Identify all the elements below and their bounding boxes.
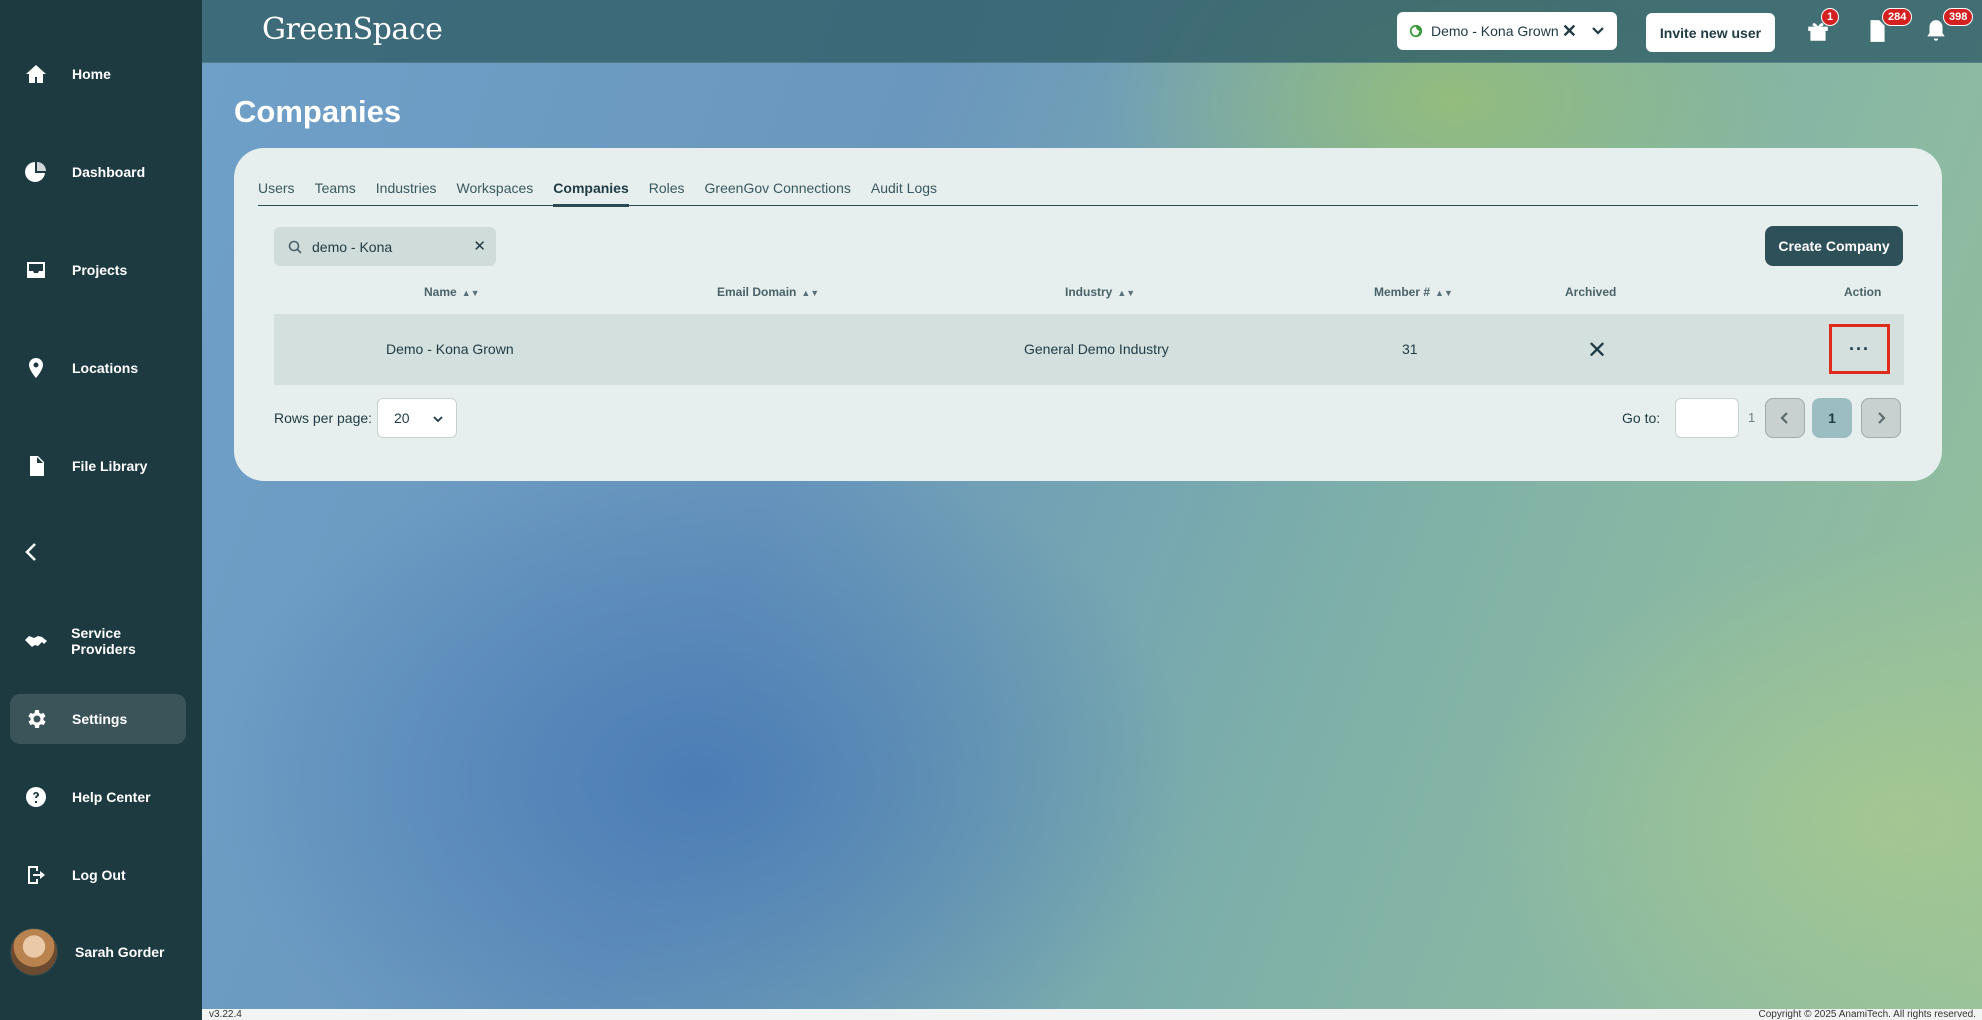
gift-icon[interactable]: 1 bbox=[1805, 8, 1840, 44]
column-header-archived: Archived bbox=[1565, 285, 1617, 299]
goto-label: Go to: bbox=[1622, 410, 1661, 426]
column-label: Email Domain bbox=[717, 285, 797, 299]
sort-icon: ▲▼ bbox=[461, 288, 480, 298]
column-header-name[interactable]: Name ▲▼ bbox=[424, 285, 480, 299]
previous-page-button[interactable] bbox=[1765, 398, 1805, 438]
clear-workspace-icon[interactable]: ✕ bbox=[1562, 21, 1577, 42]
tab-teams[interactable]: Teams bbox=[315, 176, 356, 206]
chevron-right-icon bbox=[1878, 412, 1886, 424]
tab-greengov-connections[interactable]: GreenGov Connections bbox=[705, 176, 851, 206]
avatar bbox=[10, 928, 58, 976]
sidebar-item-home[interactable]: Home bbox=[10, 49, 186, 99]
sidebar-item-help-center[interactable]: Help Center bbox=[10, 772, 186, 822]
help-icon bbox=[22, 783, 50, 811]
logout-icon bbox=[22, 861, 50, 889]
sidebar-item-dashboard[interactable]: Dashboard bbox=[10, 147, 186, 197]
handshake-icon bbox=[22, 627, 49, 655]
footer: v3.22.4 Copyright © 2025 AnamiTech. All … bbox=[202, 1009, 1982, 1020]
chevron-down-icon bbox=[433, 416, 443, 423]
app-version: v3.22.4 bbox=[209, 1009, 242, 1020]
leaf-icon bbox=[1409, 24, 1423, 38]
chevron-down-icon[interactable] bbox=[1591, 24, 1605, 38]
tab-companies[interactable]: Companies bbox=[553, 176, 630, 207]
table-header: Name ▲▼ Email Domain ▲▼ Industry ▲▼ Member … bbox=[274, 285, 1904, 305]
user-name: Sarah Gorder bbox=[75, 944, 165, 960]
current-page-button[interactable]: 1 bbox=[1812, 398, 1852, 438]
table-row[interactable]: Demo - Kona Grown General Demo Industry … bbox=[274, 314, 1904, 385]
gear-icon bbox=[22, 705, 50, 733]
sidebar-item-label: Home bbox=[72, 66, 111, 82]
rows-per-page-value: 20 bbox=[394, 410, 410, 426]
sidebar-item-label: Dashboard bbox=[72, 164, 146, 180]
top-bar: GreenSpace Demo - Kona Grown ✕ Invite ne… bbox=[202, 0, 1982, 63]
sidebar-item-locations[interactable]: Locations bbox=[10, 343, 186, 393]
tab-workspaces[interactable]: Workspaces bbox=[457, 176, 534, 206]
sidebar-item-label: Locations bbox=[72, 360, 139, 376]
workspace-select[interactable]: Demo - Kona Grown ✕ bbox=[1397, 12, 1617, 50]
tab-roles[interactable]: Roles bbox=[649, 176, 685, 206]
file-icon bbox=[22, 452, 50, 480]
collapse-sidebar-icon[interactable] bbox=[20, 540, 44, 564]
create-company-button[interactable]: Create Company bbox=[1765, 226, 1903, 266]
inbox-icon bbox=[22, 256, 50, 284]
total-pages: 1 bbox=[1748, 410, 1756, 425]
sidebar-item-settings[interactable]: Settings bbox=[10, 694, 186, 744]
sidebar: Home Dashboard Projects Locations File L… bbox=[0, 0, 202, 1020]
goto-page-input[interactable] bbox=[1675, 398, 1739, 438]
sort-icon: ▲▼ bbox=[1117, 288, 1136, 298]
sidebar-item-service-providers[interactable]: Service Providers bbox=[10, 616, 186, 666]
map-pin-icon bbox=[22, 354, 50, 382]
sidebar-item-log-out[interactable]: Log Out bbox=[10, 850, 186, 900]
search-icon bbox=[288, 240, 302, 254]
column-header-action: Action bbox=[1844, 285, 1882, 299]
search-box: ✕ bbox=[274, 227, 496, 266]
cell-member-count: 31 bbox=[1402, 341, 1418, 357]
clear-search-icon[interactable]: ✕ bbox=[473, 237, 486, 255]
companies-card: Users Teams Industries Workspaces Compan… bbox=[234, 148, 1942, 481]
rows-per-page-label: Rows per page: bbox=[274, 410, 373, 426]
next-page-button[interactable] bbox=[1861, 398, 1901, 438]
tab-industries[interactable]: Industries bbox=[376, 176, 437, 206]
user-profile[interactable]: Sarah Gorder bbox=[10, 928, 164, 976]
tab-users[interactable]: Users bbox=[258, 176, 295, 206]
gift-badge: 1 bbox=[1821, 8, 1840, 26]
sidebar-item-file-library[interactable]: File Library bbox=[10, 441, 186, 491]
logo-text: GreenSpace bbox=[262, 12, 443, 47]
document-icon[interactable]: 284 bbox=[1864, 8, 1913, 44]
sidebar-item-label: Projects bbox=[72, 262, 128, 278]
cell-name: Demo - Kona Grown bbox=[386, 341, 514, 357]
page-title: Companies bbox=[234, 94, 402, 129]
column-header-email-domain[interactable]: Email Domain ▲▼ bbox=[717, 285, 819, 299]
pie-chart-icon bbox=[22, 158, 50, 186]
sidebar-item-label: Settings bbox=[72, 711, 128, 727]
app-logo[interactable]: GreenSpace bbox=[262, 12, 443, 47]
column-label: Industry bbox=[1065, 285, 1113, 299]
sort-icon: ▲▼ bbox=[1435, 288, 1453, 298]
column-header-industry[interactable]: Industry ▲▼ bbox=[1065, 285, 1135, 299]
sidebar-item-label: Log Out bbox=[72, 867, 126, 883]
cell-industry: General Demo Industry bbox=[1024, 341, 1169, 357]
settings-tabs: Users Teams Industries Workspaces Compan… bbox=[258, 176, 1918, 207]
row-action-menu-button[interactable]: ··· bbox=[1829, 324, 1890, 374]
rows-per-page-select[interactable]: 20 bbox=[377, 398, 457, 438]
invite-user-button[interactable]: Invite new user bbox=[1646, 13, 1775, 52]
sidebar-item-label: File Library bbox=[72, 458, 148, 474]
workspace-select-value: Demo - Kona Grown bbox=[1431, 23, 1559, 39]
copyright: Copyright © 2025 AnamiTech. All rights r… bbox=[1758, 1009, 1976, 1020]
column-label: Name bbox=[424, 285, 457, 299]
sidebar-item-projects[interactable]: Projects bbox=[10, 245, 186, 295]
tab-audit-logs[interactable]: Audit Logs bbox=[871, 176, 937, 206]
column-header-member[interactable]: Member # ▲▼ bbox=[1374, 285, 1453, 299]
notifications-badge: 398 bbox=[1943, 8, 1974, 26]
sidebar-item-label: Help Center bbox=[72, 789, 151, 805]
search-input[interactable] bbox=[312, 238, 462, 255]
sort-icon: ▲▼ bbox=[801, 288, 820, 298]
chevron-left-icon bbox=[1780, 412, 1788, 424]
sidebar-item-label: Service Providers bbox=[71, 625, 136, 657]
home-icon bbox=[22, 60, 50, 88]
archived-false-icon: ✕ bbox=[1587, 337, 1608, 364]
column-label: Member # bbox=[1374, 285, 1431, 299]
documents-badge: 284 bbox=[1882, 8, 1913, 26]
bell-icon[interactable]: 398 bbox=[1923, 8, 1974, 44]
